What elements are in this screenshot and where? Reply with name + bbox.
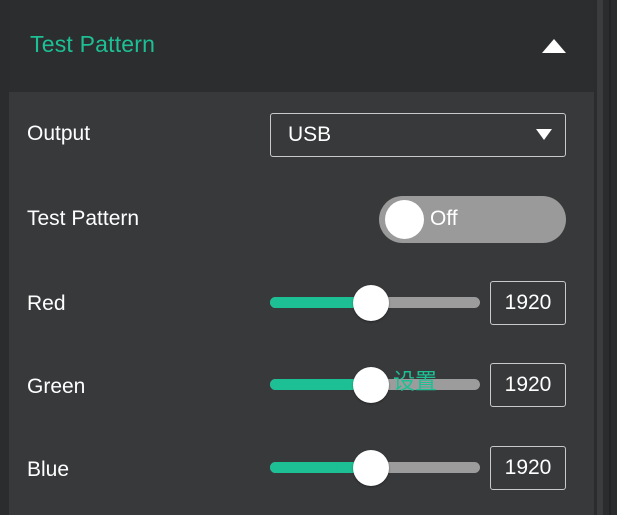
slider-thumb[interactable] bbox=[353, 367, 389, 403]
app-frame: Test Pattern Output USB Test Pattern Off… bbox=[0, 0, 617, 515]
test-pattern-toggle[interactable]: Off bbox=[379, 196, 566, 243]
triangle-down-icon bbox=[536, 129, 552, 140]
triangle-up-icon[interactable] bbox=[542, 39, 566, 53]
overlay-settings-text: 设置 bbox=[393, 370, 438, 395]
slider-thumb[interactable] bbox=[353, 285, 389, 321]
red-label: Red bbox=[27, 292, 66, 315]
red-value-input[interactable]: 1920 bbox=[490, 281, 566, 325]
output-label: Output bbox=[27, 122, 91, 145]
toggle-knob bbox=[385, 200, 424, 239]
window-edge bbox=[609, 0, 611, 515]
green-slider[interactable] bbox=[270, 367, 480, 403]
test-pattern-label: Test Pattern bbox=[27, 207, 140, 230]
blue-value-input[interactable]: 1920 bbox=[490, 446, 566, 490]
output-select-value: USB bbox=[288, 123, 332, 146]
panel-title: Test Pattern bbox=[30, 31, 156, 57]
green-value-input[interactable]: 1920 bbox=[490, 363, 566, 407]
panel-header[interactable]: Test Pattern bbox=[9, 0, 594, 92]
green-label: Green bbox=[27, 375, 86, 398]
blue-label: Blue bbox=[27, 458, 70, 481]
test-pattern-panel: Test Pattern Output USB Test Pattern Off… bbox=[9, 0, 594, 515]
blue-slider[interactable] bbox=[270, 450, 480, 486]
red-slider[interactable] bbox=[270, 285, 480, 321]
output-select[interactable]: USB bbox=[270, 113, 566, 157]
toggle-state-label: Off bbox=[430, 207, 458, 230]
scrollbar[interactable] bbox=[597, 0, 603, 515]
slider-thumb[interactable] bbox=[353, 450, 389, 486]
